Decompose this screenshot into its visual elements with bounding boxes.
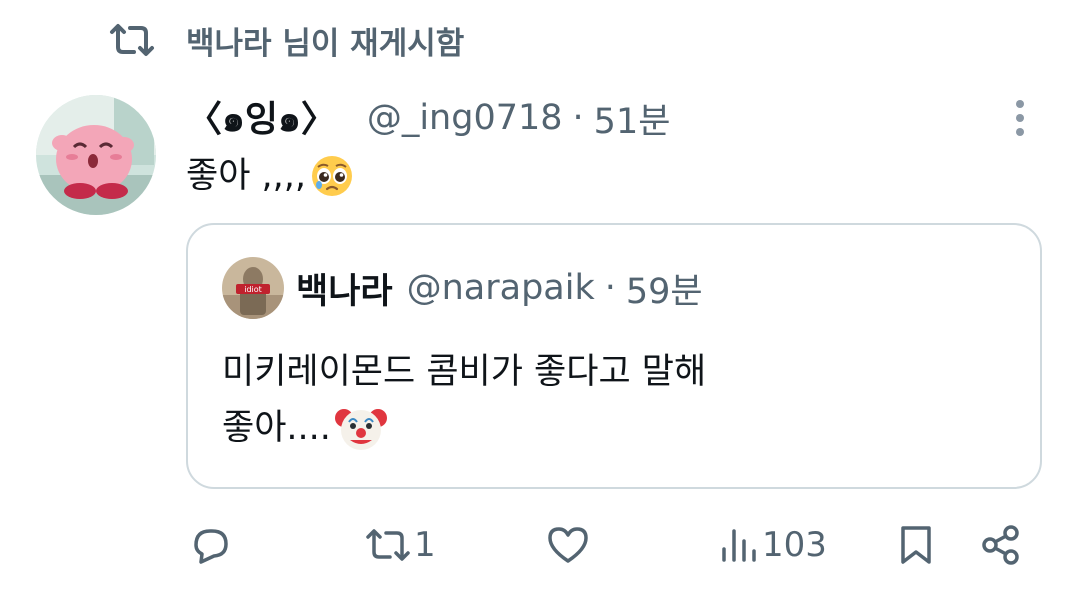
quoted-separator-dot: · [604, 268, 616, 308]
avatar[interactable] [36, 95, 156, 215]
quoted-text-line-1: 미키레이몬드 콤비가 좋다고 말해 [222, 352, 707, 392]
views-count: 103 [762, 525, 827, 565]
views-icon [722, 529, 756, 562]
retweet-icon [366, 529, 410, 561]
quoted-avatar-image: idiot [222, 257, 284, 319]
retweet-banner[interactable]: 백나라 님이 재게시함 [108, 18, 464, 62]
retweet-button[interactable]: 1 [364, 520, 436, 570]
views-button[interactable]: 103 [720, 520, 827, 570]
reply-icon [194, 529, 228, 564]
timestamp[interactable]: 51분 [594, 93, 671, 144]
user-handle[interactable]: @_ing0718 [367, 98, 563, 138]
tweet-header: 〈๑잉๑〉 @_ing0718 · 51분 [186, 92, 670, 144]
bookmark-button[interactable] [898, 520, 934, 570]
quoted-text-line: 미키레이몬드 콤비가 좋다고 말해 [222, 344, 706, 400]
more-options-icon[interactable] [1008, 98, 1032, 138]
like-button[interactable] [546, 520, 590, 570]
retweet-icon [110, 24, 154, 56]
separator-dot: · [572, 98, 584, 138]
retweet-banner-text: 백나라 님이 재게시함 [186, 25, 465, 62]
quoted-user-handle[interactable]: @narapaik [407, 268, 595, 308]
kirby-avatar-image [36, 95, 156, 215]
quoted-tweet-text: 미키레이몬드 콤비가 좋다고 말해 좋아.... [222, 344, 706, 456]
share-icon [982, 525, 1019, 565]
clown-face-emoji [334, 409, 387, 450]
display-name[interactable]: 〈๑잉๑〉 [186, 90, 337, 147]
pleading-face-emoji [312, 156, 353, 196]
share-button[interactable] [980, 520, 1022, 570]
tweet-body: 좋아 ,,,, [186, 156, 307, 196]
retweet-count: 1 [414, 525, 436, 565]
reply-button[interactable] [188, 520, 232, 570]
quoted-display-name[interactable]: 백나라 [296, 263, 393, 314]
heart-icon [548, 527, 588, 563]
quoted-text-line-2: 좋아.... [222, 408, 331, 448]
avatar-badge-text: idiot [244, 285, 262, 294]
quoted-avatar[interactable]: idiot [222, 257, 284, 319]
quoted-text-line: 좋아.... [222, 400, 706, 456]
bookmark-icon [901, 526, 931, 564]
quoted-tweet-header: 백나라 @narapaik · 59분 [296, 262, 703, 314]
tweet-text: 좋아 ,,,, [186, 150, 354, 202]
quoted-timestamp[interactable]: 59분 [626, 263, 703, 314]
